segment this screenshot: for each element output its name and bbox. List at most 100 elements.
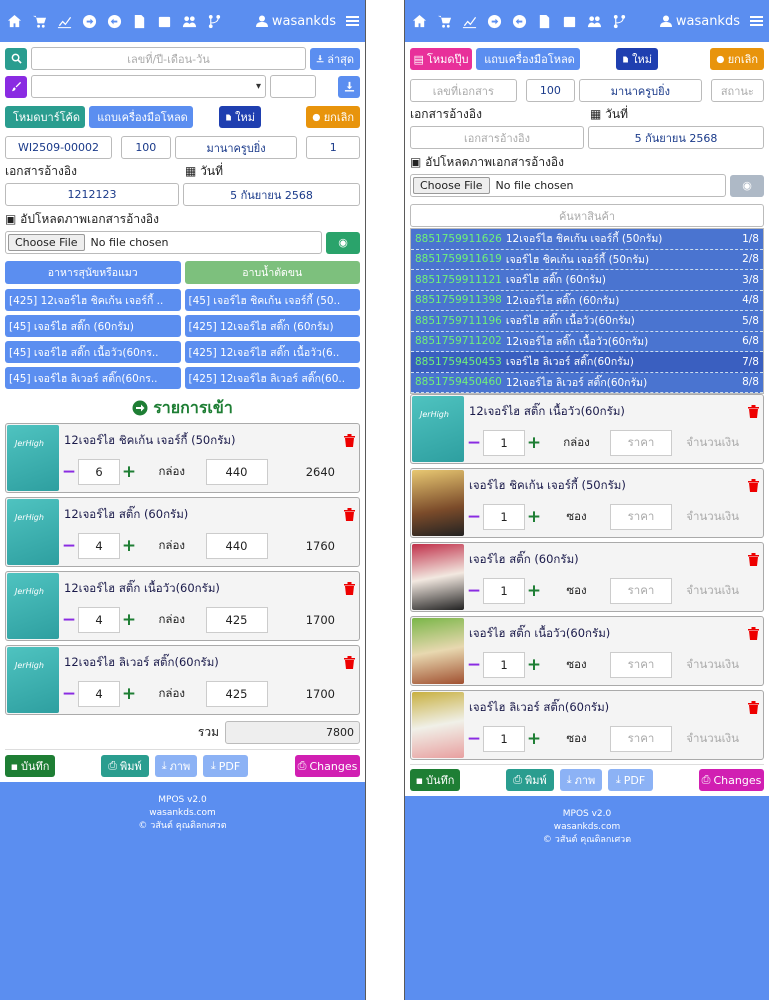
ref-field[interactable]: เอกสารอ้างอิง bbox=[410, 126, 584, 149]
pdf-button[interactable]: ⤓ PDF bbox=[203, 755, 248, 777]
quantity-input[interactable]: 1 bbox=[483, 430, 525, 456]
price-input[interactable]: ราคา bbox=[610, 578, 672, 604]
unit-select[interactable]: ซอง bbox=[543, 504, 610, 530]
user-menu[interactable]: wasankds bbox=[659, 14, 763, 29]
dropdown-option[interactable]: 8851759711196 เจอร์ไฮ สติ๊ก เนื้อวัว(60กร… bbox=[411, 311, 763, 332]
dropdown-option[interactable]: 8851759450460 12เจอร์ไฮ ลิเวอร์ สติ๊ก(60ก… bbox=[411, 372, 763, 393]
users-icon[interactable] bbox=[586, 13, 602, 29]
pdf-button[interactable]: ⤓ PDF bbox=[608, 769, 653, 791]
quantity-input[interactable]: 4 bbox=[78, 607, 120, 633]
product-button[interactable]: [45] เจอร์ไฮ สติ๊ก เนื้อวัว(60กร.. bbox=[5, 341, 181, 363]
unit-select[interactable]: กล่อง bbox=[138, 681, 206, 707]
plus-icon[interactable]: + bbox=[525, 507, 543, 527]
users-icon[interactable] bbox=[181, 13, 197, 29]
type-select[interactable]: ▾ bbox=[31, 75, 266, 98]
choose-file-button[interactable]: Choose File bbox=[413, 177, 490, 194]
trash-icon[interactable] bbox=[339, 498, 359, 566]
preview-button[interactable]: ◉ bbox=[326, 231, 360, 254]
minus-icon[interactable]: − bbox=[465, 507, 483, 527]
plus-icon[interactable]: + bbox=[120, 610, 138, 630]
plus-icon[interactable]: + bbox=[120, 684, 138, 704]
unit-select[interactable]: ซอง bbox=[543, 578, 610, 604]
dropdown-option[interactable]: 8851759711202 12เจอร์ไฮ สติ๊ก เนื้อวัว(60… bbox=[411, 331, 763, 352]
home-icon[interactable] bbox=[6, 13, 22, 29]
plus-icon[interactable]: + bbox=[120, 462, 138, 482]
plus-icon[interactable]: + bbox=[120, 536, 138, 556]
changes-button[interactable]: ⎙ Changes bbox=[699, 769, 764, 791]
image-button[interactable]: ⤓ ภาพ bbox=[155, 755, 197, 777]
supplier-field[interactable]: มานาครูบยิ่ง bbox=[579, 79, 702, 102]
popup-mode-button[interactable]: ▤ โหมดปุ๊บ bbox=[410, 48, 472, 70]
status-field[interactable]: สถานะ bbox=[710, 79, 764, 102]
changes-button[interactable]: ⎙ Changes bbox=[295, 755, 360, 777]
dropdown-option[interactable]: 8851759450453 เจอร์ไฮ ลิเวอร์ สติ๊ก(60กรั… bbox=[411, 352, 763, 373]
cart-icon[interactable] bbox=[436, 13, 452, 29]
home-icon[interactable] bbox=[411, 13, 427, 29]
plus-icon[interactable]: + bbox=[525, 729, 543, 749]
category-pet-food[interactable]: อาหารสุนัขหรือแมว bbox=[5, 261, 181, 284]
file-input[interactable]: Choose File No file chosen bbox=[5, 231, 322, 254]
minus-icon[interactable]: − bbox=[465, 433, 483, 453]
doc-number-field[interactable]: เลขที่เอกสาร bbox=[410, 79, 517, 102]
price-input[interactable]: ราคา bbox=[610, 726, 672, 752]
product-search-input[interactable]: ค้นหาสินค้า bbox=[410, 204, 764, 227]
download-button[interactable] bbox=[338, 75, 360, 98]
plus-icon[interactable]: + bbox=[525, 655, 543, 675]
quantity-input[interactable]: 4 bbox=[78, 681, 120, 707]
doc-qty-field[interactable]: 100 bbox=[121, 136, 171, 159]
price-input[interactable]: 440 bbox=[205, 533, 268, 559]
dropdown-option[interactable]: 8851759911398 12เจอร์ไฮ สติ๊ก (60กรัม) 4/8 bbox=[411, 290, 763, 311]
box-icon[interactable] bbox=[156, 13, 172, 29]
ref-field[interactable]: 1212123 bbox=[5, 183, 179, 206]
quantity-input[interactable]: 1 bbox=[483, 504, 525, 530]
print-button[interactable]: ⎙ พิมพ์ bbox=[506, 769, 554, 791]
unit-select[interactable]: ซอง bbox=[543, 726, 610, 752]
chart-icon[interactable] bbox=[56, 13, 72, 29]
supplier-field[interactable]: มานาครูบยิ่ง bbox=[174, 136, 298, 159]
trash-icon[interactable] bbox=[743, 543, 763, 611]
plus-icon[interactable]: + bbox=[525, 581, 543, 601]
minus-icon[interactable]: − bbox=[60, 536, 78, 556]
brush-button[interactable] bbox=[5, 75, 27, 98]
trash-icon[interactable] bbox=[743, 395, 763, 463]
price-input[interactable]: ราคา bbox=[610, 652, 672, 678]
arrow-right-circle-icon[interactable] bbox=[486, 13, 502, 29]
product-button[interactable]: [45] เจอร์ไฮ ชิคเก้น เจอร์กี้ (50.. bbox=[184, 289, 360, 311]
box-icon[interactable] bbox=[561, 13, 577, 29]
quantity-input[interactable]: 6 bbox=[78, 459, 120, 485]
trash-icon[interactable] bbox=[339, 646, 359, 714]
choose-file-button[interactable]: Choose File bbox=[8, 234, 85, 251]
new-button[interactable]: ใหม่ bbox=[219, 106, 261, 128]
plus-icon[interactable]: + bbox=[525, 433, 543, 453]
product-button[interactable]: [45] เจอร์ไฮ สติ๊ก (60กรัม) bbox=[5, 315, 181, 337]
hamburger-icon[interactable] bbox=[346, 16, 359, 26]
doc-qty-field[interactable]: 100 bbox=[525, 79, 576, 102]
product-button[interactable]: [425] 12เจอร์ไฮ สติ๊ก (60กรัม) bbox=[184, 315, 360, 337]
small-input[interactable] bbox=[270, 75, 316, 98]
document-icon[interactable] bbox=[131, 13, 147, 29]
minus-icon[interactable]: − bbox=[465, 655, 483, 675]
date-field[interactable]: 5 กันยายน 2568 bbox=[183, 183, 360, 206]
unit-select[interactable]: กล่อง bbox=[138, 533, 206, 559]
trash-icon[interactable] bbox=[339, 572, 359, 640]
status-field[interactable]: 1 bbox=[306, 136, 361, 159]
price-input[interactable]: 425 bbox=[205, 681, 268, 707]
minus-icon[interactable]: − bbox=[465, 729, 483, 749]
price-input[interactable]: 440 bbox=[205, 459, 268, 485]
product-button[interactable]: [425] 12เจอร์ไฮ สติ๊ก เนื้อวัว(6.. bbox=[184, 341, 360, 363]
file-input[interactable]: Choose File No file chosen bbox=[410, 174, 726, 197]
latest-button[interactable]: ล่าสุด bbox=[310, 47, 360, 70]
hamburger-icon[interactable] bbox=[750, 16, 763, 26]
document-icon[interactable] bbox=[536, 13, 552, 29]
cancel-button[interactable]: ยกเลิก bbox=[306, 106, 360, 128]
chart-icon[interactable] bbox=[461, 13, 477, 29]
toolbar-button[interactable]: แถบเครื่องมือโหลด bbox=[476, 48, 580, 70]
price-input[interactable]: ราคา bbox=[610, 430, 672, 456]
quantity-input[interactable]: 1 bbox=[483, 578, 525, 604]
arrow-left-circle-icon[interactable] bbox=[511, 13, 527, 29]
image-button[interactable]: ⤓ ภาพ bbox=[560, 769, 602, 791]
quantity-input[interactable]: 1 bbox=[483, 726, 525, 752]
trash-icon[interactable] bbox=[743, 469, 763, 537]
trash-icon[interactable] bbox=[339, 424, 359, 492]
user-menu[interactable]: wasankds bbox=[255, 14, 359, 29]
